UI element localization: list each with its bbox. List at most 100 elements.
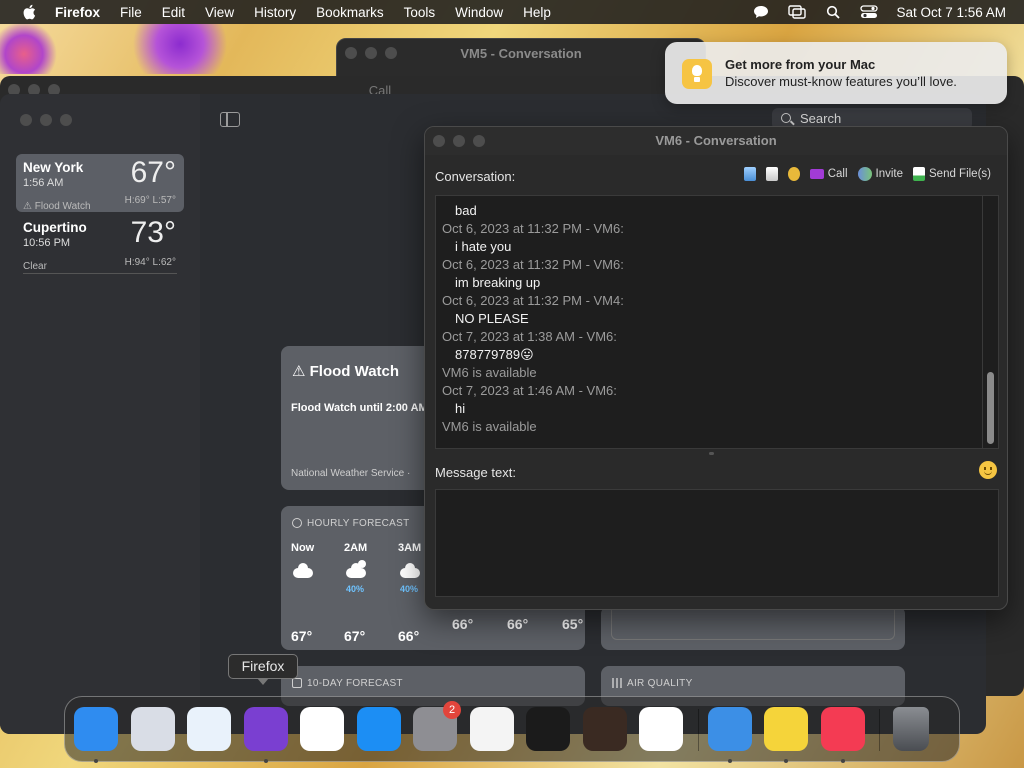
dock-separator: [879, 709, 880, 751]
menu-edit[interactable]: Edit: [162, 5, 185, 20]
send-file-icon: [913, 167, 925, 181]
message-text-label: Message text:: [435, 465, 516, 480]
vscode-icon[interactable]: [639, 707, 683, 751]
menu-bar: Firefox File Edit View History Bookmarks…: [0, 0, 1024, 24]
screen-mirroring-icon[interactable]: [788, 4, 807, 20]
location-item-new-york[interactable]: New York 1:56 AM 67° ⚠ Flood Watch H:69°…: [16, 154, 184, 212]
chrome-icon[interactable]: [300, 707, 344, 751]
app-store-icon[interactable]: [356, 707, 401, 751]
document-icon[interactable]: [765, 167, 778, 181]
notification-body: Discover must-know features you’ll love.: [725, 74, 957, 89]
add-people-icon: [857, 167, 872, 181]
textedit-icon[interactable]: [469, 707, 514, 751]
safari-icon[interactable]: [187, 707, 231, 751]
finder-icon[interactable]: [74, 707, 118, 751]
music-icon[interactable]: [820, 707, 865, 751]
flood-watch-source: National Weather Service ·: [291, 468, 411, 479]
contact-card-icon[interactable]: [743, 167, 756, 181]
dock-separator: [697, 709, 699, 751]
hour-label: 2AM: [344, 542, 368, 554]
location-temp: 67°: [130, 156, 176, 189]
message-text: NO PLEASE: [455, 311, 529, 326]
hour-temp: 65°: [562, 616, 584, 632]
conversation-label: Conversation:: [435, 169, 516, 184]
air-quality-heading: AIR QUALITY: [627, 678, 693, 689]
hour-label: Now: [291, 542, 315, 554]
invite-button-label: Invite: [875, 168, 904, 180]
terminal-icon[interactable]: [526, 707, 570, 751]
spotlight-search-icon[interactable]: [824, 4, 842, 20]
running-indicator: [727, 759, 732, 763]
ten-day-forecast-heading: 10-DAY FORECAST: [307, 678, 403, 689]
running-indicator: [94, 759, 98, 763]
notification-badge: 2: [443, 701, 461, 719]
garageband-icon[interactable]: [582, 707, 627, 751]
location-high-low: H:69° L:57°: [124, 195, 176, 206]
split-divider-handle[interactable]: [709, 452, 714, 455]
chat-icon[interactable]: [764, 707, 808, 751]
menu-app-name[interactable]: Firefox: [55, 5, 100, 20]
menu-tools[interactable]: Tools: [404, 5, 436, 20]
sidebar-toggle-icon[interactable]: [220, 112, 240, 127]
emoji-picker-icon[interactable]: [979, 461, 997, 479]
trash-icon[interactable]: [893, 707, 929, 751]
menu-window[interactable]: Window: [455, 5, 503, 20]
message-text: im breaking up: [455, 275, 541, 290]
weather-sidebar: New York 1:56 AM 67° ⚠ Flood Watch H:69°…: [0, 94, 200, 734]
conversation-transcript[interactable]: bad Oct 6, 2023 at 11:32 PM - VM6: i hat…: [435, 195, 999, 449]
cloud-icon: [291, 563, 331, 600]
apple-menu-icon[interactable]: [19, 3, 39, 21]
call-button[interactable]: Call: [809, 168, 848, 180]
send-files-button[interactable]: Send File(s): [913, 167, 991, 181]
running-indicator: [784, 759, 788, 763]
flood-watch-card[interactable]: ⚠ Flood Watch Flood Watch until 2:00 AM …: [281, 346, 441, 490]
message-header: Oct 6, 2023 at 11:32 PM - VM4:: [442, 293, 624, 308]
menu-help[interactable]: Help: [523, 5, 551, 20]
message-text: bad: [455, 203, 477, 218]
vm6-conversation-window: VM6 - Conversation Conversation: Call In…: [424, 126, 1008, 610]
menu-view[interactable]: View: [205, 5, 234, 20]
send-files-button-label: Send File(s): [929, 168, 991, 180]
weather-icon[interactable]: [707, 707, 752, 751]
flood-watch-text: Flood Watch until 2:00 AM: [291, 402, 428, 414]
location-item-cupertino[interactable]: Cupertino 10:56 PM 73° Clear H:94° L:62°: [16, 214, 184, 274]
chat-bubble-icon[interactable]: [752, 4, 770, 20]
firefox-icon[interactable]: [243, 707, 288, 751]
cloud-rain-icon: 40%: [344, 560, 384, 600]
menu-history[interactable]: History: [254, 5, 296, 20]
tips-lightbulb-icon: [682, 59, 712, 89]
control-center-icon[interactable]: [860, 4, 879, 20]
dock: 2: [64, 696, 960, 763]
hour-temp: 66°: [452, 616, 474, 632]
conversation-toolbar: Call Invite Send File(s): [743, 167, 991, 181]
menu-file[interactable]: File: [120, 5, 142, 20]
search-icon: [781, 113, 791, 123]
message-header: Oct 6, 2023 at 11:32 PM - VM6:: [442, 221, 624, 236]
message-input[interactable]: [435, 489, 999, 597]
menu-bookmarks[interactable]: Bookmarks: [316, 5, 384, 20]
scrollbar-thumb[interactable]: [987, 372, 994, 444]
hour-column: Now 67°: [291, 542, 331, 644]
hour-temp: 67°: [291, 628, 313, 644]
window-controls[interactable]: [20, 114, 72, 126]
hour-temp: 66°: [398, 628, 420, 644]
notification-banner[interactable]: Get more from your Mac Discover must-kno…: [665, 42, 1007, 104]
menu-clock[interactable]: Sat Oct 7 1:56 AM: [896, 5, 1006, 20]
invite-button[interactable]: Invite: [857, 167, 904, 181]
message-header: Oct 7, 2023 at 1:46 AM - VM6:: [442, 383, 617, 398]
window-title: VM6 - Conversation: [655, 133, 777, 148]
message-text: i hate you: [455, 239, 512, 254]
message-list: bad Oct 6, 2023 at 11:32 PM - VM6: i hat…: [442, 202, 978, 436]
hourly-forecast-heading: HOURLY FORECAST: [307, 518, 410, 529]
window-title: VM5 - Conversation: [460, 46, 582, 61]
system-settings-icon[interactable]: 2: [413, 701, 461, 751]
hour-column: 2AM 40% 67°: [344, 542, 384, 644]
launchpad-icon[interactable]: [130, 707, 175, 751]
gear-icon[interactable]: [787, 167, 800, 181]
message-text: hi: [455, 401, 466, 416]
running-indicator: [840, 759, 845, 763]
search-placeholder: Search: [800, 111, 842, 126]
clock-icon: [292, 518, 302, 528]
presence-status: VM6 is available: [442, 419, 537, 434]
flood-watch-heading: ⚠ Flood Watch: [292, 363, 400, 380]
